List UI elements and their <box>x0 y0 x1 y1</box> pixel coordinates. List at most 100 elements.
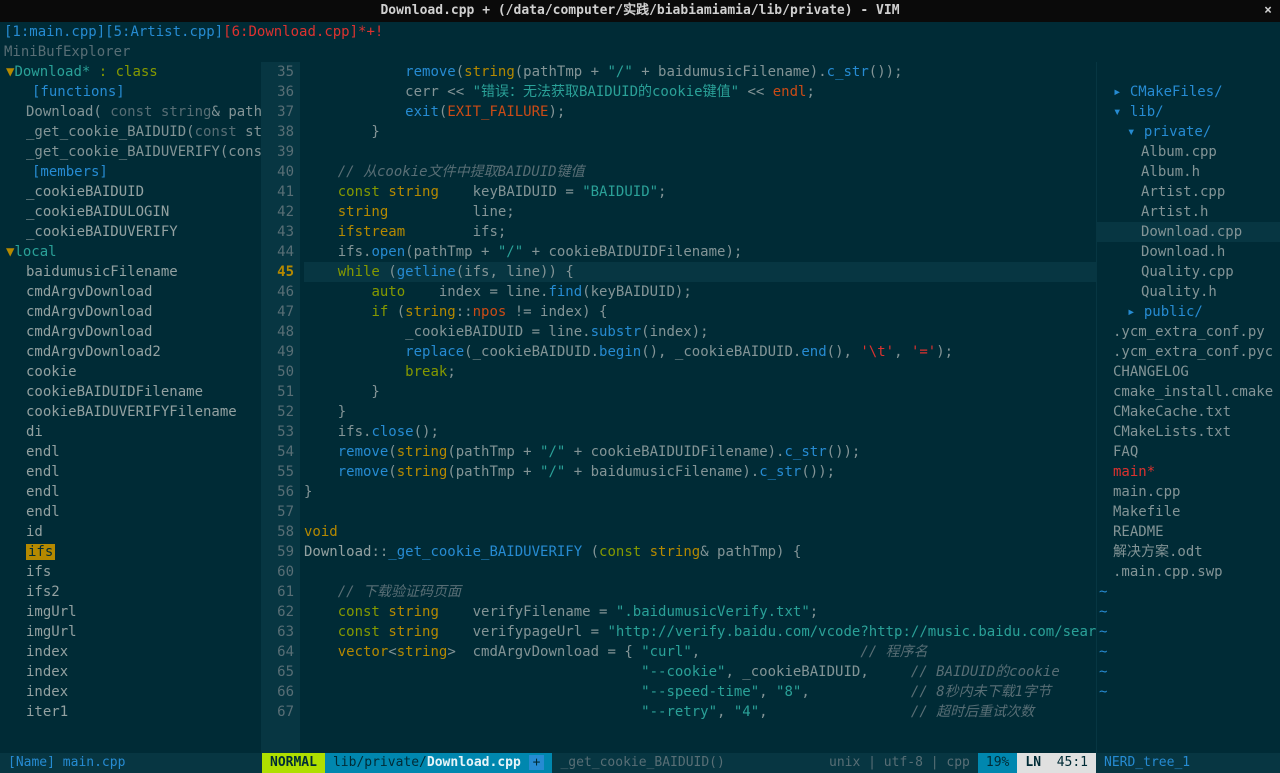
code-line[interactable]: const string keyBAIDUID = "BAIDUID"; <box>304 182 1096 202</box>
code-line[interactable]: remove(string(pathTmp + "/" + baidumusic… <box>304 62 1096 82</box>
tagbar-local[interactable]: iter1 <box>0 702 261 722</box>
tree-item[interactable]: ▸ CMakeFiles/ <box>1097 82 1280 102</box>
code-line[interactable]: } <box>304 402 1096 422</box>
tagbar-member[interactable]: _cookieBAIDUVERIFY <box>0 222 261 242</box>
tagbar-local[interactable]: cookie <box>0 362 261 382</box>
tagbar-local[interactable]: id <box>0 522 261 542</box>
code-line[interactable]: } <box>304 482 1096 502</box>
tagbar-local[interactable]: cookieBAIDUVERIFYFilename <box>0 402 261 422</box>
nerdtree-pane[interactable]: ▸ CMakeFiles/▾ lib/▾ private/Album.cppAl… <box>1096 62 1280 753</box>
code-line[interactable]: const string verifypageUrl = "http://ver… <box>304 622 1096 642</box>
code-line[interactable]: if (string::npos != index) { <box>304 302 1096 322</box>
code-line[interactable]: replace(_cookieBAIDUID.begin(), _cookieB… <box>304 342 1096 362</box>
tagbar-local[interactable]: endl <box>0 482 261 502</box>
code-line[interactable]: string line; <box>304 202 1096 222</box>
code-line[interactable]: // 从cookie文件中提取BAIDUID键值 <box>304 162 1096 182</box>
tree-item[interactable]: .ycm_extra_conf.pyc <box>1097 342 1280 362</box>
code-line[interactable]: while (getline(ifs, line)) { <box>304 262 1096 282</box>
tree-item[interactable]: Makefile <box>1097 502 1280 522</box>
tagbar-pane[interactable]: ▼Download* : class[functions]Download( c… <box>0 62 262 753</box>
tree-item[interactable]: Artist.cpp <box>1097 182 1280 202</box>
tree-item[interactable]: main.cpp <box>1097 482 1280 502</box>
code-line[interactable]: Download::_get_cookie_BAIDUVERIFY (const… <box>304 542 1096 562</box>
tree-item[interactable]: Download.cpp <box>1097 222 1280 242</box>
tagbar-local[interactable]: index <box>0 682 261 702</box>
tagbar-member[interactable]: _cookieBAIDUID <box>0 182 261 202</box>
tree-item[interactable]: Album.cpp <box>1097 142 1280 162</box>
code-line[interactable]: // 下载验证码页面 <box>304 582 1096 602</box>
source-view[interactable]: remove(string(pathTmp + "/" + baidumusic… <box>300 62 1096 753</box>
tagbar-local[interactable]: cmdArgvDownload <box>0 282 261 302</box>
code-line[interactable]: break; <box>304 362 1096 382</box>
code-line[interactable]: ifs.open(pathTmp + "/" + cookieBAIDUIDFi… <box>304 242 1096 262</box>
status-mode: NORMAL <box>262 753 325 773</box>
tree-item[interactable]: Quality.cpp <box>1097 262 1280 282</box>
tree-item[interactable]: ▾ private/ <box>1097 122 1280 142</box>
tagbar-local[interactable]: endl <box>0 442 261 462</box>
tagbar-local[interactable]: cookieBAIDUIDFilename <box>0 382 261 402</box>
tagbar-local[interactable]: di <box>0 422 261 442</box>
tagbar-local[interactable]: cmdArgvDownload <box>0 302 261 322</box>
tagbar-local[interactable]: imgUrl <box>0 622 261 642</box>
tagbar-local[interactable]: index <box>0 662 261 682</box>
close-icon[interactable]: × <box>1264 0 1272 22</box>
code-line[interactable] <box>304 502 1096 522</box>
code-line[interactable]: exit(EXIT_FAILURE); <box>304 102 1096 122</box>
tree-tilde: ~ <box>1097 642 1280 662</box>
code-line[interactable]: vector<string> cmdArgvDownload = { "curl… <box>304 642 1096 662</box>
tagbar-local[interactable]: ifs2 <box>0 582 261 602</box>
tagbar-fn[interactable]: Download( const string& path <box>0 102 261 122</box>
tree-item[interactable]: 解决方案.odt <box>1097 542 1280 562</box>
tagbar-local[interactable]: index <box>0 642 261 662</box>
line-number: 40 <box>262 162 294 182</box>
code-line[interactable]: const string verifyFilename = ".baidumus… <box>304 602 1096 622</box>
code-line[interactable] <box>304 562 1096 582</box>
tree-item[interactable]: Download.h <box>1097 242 1280 262</box>
code-line[interactable] <box>304 142 1096 162</box>
tagbar-local[interactable]: endl <box>0 502 261 522</box>
code-line[interactable]: _cookieBAIDUID = line.substr(index); <box>304 322 1096 342</box>
code-line[interactable]: "--retry", "4", // 超时后重试次数 <box>304 702 1096 722</box>
code-line[interactable]: cerr << "错误：无法获取BAIDUID的cookie键值" << end… <box>304 82 1096 102</box>
code-line[interactable]: "--speed-time", "8", // 8秒内未下载1字节 <box>304 682 1096 702</box>
tree-item[interactable]: .ycm_extra_conf.py <box>1097 322 1280 342</box>
code-line[interactable]: } <box>304 122 1096 142</box>
tagbar-local[interactable]: cmdArgvDownload2 <box>0 342 261 362</box>
code-pane[interactable]: 3536373839404142434445464748495051525354… <box>262 62 1096 753</box>
code-line[interactable]: } <box>304 382 1096 402</box>
code-line[interactable]: "--cookie", _cookieBAIDUID, // BAIDUID的c… <box>304 662 1096 682</box>
tagbar-local[interactable]: imgUrl <box>0 602 261 622</box>
tree-item[interactable]: Artist.h <box>1097 202 1280 222</box>
tree-item[interactable]: CMakeLists.txt <box>1097 422 1280 442</box>
buffer-tab-6[interactable]: [6:Download.cpp]*+! <box>223 24 383 40</box>
tree-item[interactable]: Quality.h <box>1097 282 1280 302</box>
buffer-tab-5[interactable]: [5:Artist.cpp] <box>105 24 223 40</box>
tree-item[interactable]: CMakeCache.txt <box>1097 402 1280 422</box>
tagbar-local[interactable]: ifs <box>0 542 261 562</box>
tree-item[interactable]: Album.h <box>1097 162 1280 182</box>
code-line[interactable]: ifs.close(); <box>304 422 1096 442</box>
tagbar-local[interactable]: cmdArgvDownload <box>0 322 261 342</box>
code-line[interactable]: remove(string(pathTmp + "/" + cookieBAID… <box>304 442 1096 462</box>
tree-item[interactable]: main* <box>1097 462 1280 482</box>
code-line[interactable]: remove(string(pathTmp + "/" + baidumusic… <box>304 462 1096 482</box>
code-line[interactable]: ifstream ifs; <box>304 222 1096 242</box>
tree-item[interactable]: FAQ <box>1097 442 1280 462</box>
tagbar-local[interactable]: ifs <box>0 562 261 582</box>
tree-item[interactable]: ▸ public/ <box>1097 302 1280 322</box>
code-line[interactable]: void <box>304 522 1096 542</box>
tagbar-local[interactable]: endl <box>0 462 261 482</box>
minibuf-title: MiniBufExplorer <box>0 42 1280 62</box>
tagbar-fn[interactable]: _get_cookie_BAIDUID(const st <box>0 122 261 142</box>
buffer-tab-1[interactable]: [1:main.cpp] <box>4 24 105 40</box>
tagbar-member[interactable]: _cookieBAIDULOGIN <box>0 202 261 222</box>
tree-item[interactable]: .main.cpp.swp <box>1097 562 1280 582</box>
tree-item[interactable]: CHANGELOG <box>1097 362 1280 382</box>
tree-item[interactable]: ▾ lib/ <box>1097 102 1280 122</box>
tagbar-fn[interactable]: _get_cookie_BAIDUVERIFY(cons <box>0 142 261 162</box>
tree-root[interactable] <box>1097 62 1280 82</box>
tree-item[interactable]: cmake_install.cmake <box>1097 382 1280 402</box>
code-line[interactable]: auto index = line.find(keyBAIDUID); <box>304 282 1096 302</box>
tagbar-local[interactable]: baidumusicFilename <box>0 262 261 282</box>
tree-item[interactable]: README <box>1097 522 1280 542</box>
